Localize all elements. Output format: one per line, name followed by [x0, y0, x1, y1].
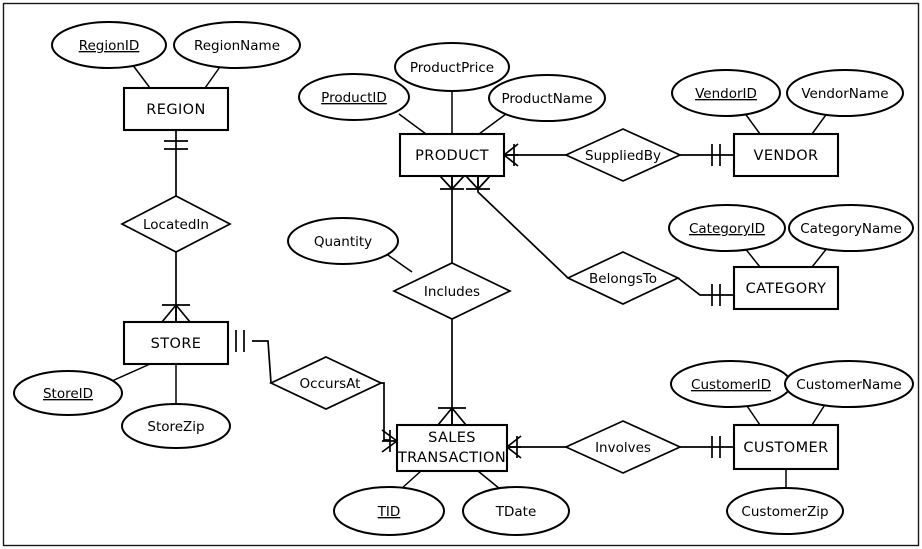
stem-sales-tid	[400, 470, 422, 490]
attribute-categoryname[interactable]: CategoryName	[788, 204, 914, 252]
er-diagram-svg: RegionID RegionName StoreID StoreZip Pro…	[0, 0, 922, 549]
entity-label: CATEGORY	[746, 281, 827, 297]
attribute-label: VendorName	[801, 86, 888, 102]
attribute-regionname[interactable]: RegionName	[173, 21, 301, 69]
cardinality-sales-involves	[506, 435, 522, 459]
relationship-label: Involves	[595, 440, 651, 456]
relationship-label: SuppliedBy	[585, 148, 661, 164]
attribute-customerzip[interactable]: CustomerZip	[726, 487, 844, 535]
attribute-label: StoreID	[43, 386, 93, 402]
entity-label-line1: SALES	[428, 430, 476, 446]
attribute-label: RegionID	[79, 38, 140, 54]
attribute-productname[interactable]: ProductName	[488, 74, 606, 122]
entity-region[interactable]: REGION	[122, 86, 230, 132]
relationship-label: BelongsTo	[589, 271, 657, 287]
stem-store-storeid	[111, 363, 151, 382]
link-belongsto-category	[677, 277, 734, 296]
stem-region-regionid	[131, 63, 151, 89]
relationship-involves[interactable]: Involves	[563, 420, 683, 474]
cardinality-product-suppliedby	[503, 143, 519, 167]
attribute-tdate[interactable]: TDate	[462, 486, 570, 536]
attribute-customerid[interactable]: CustomerID	[670, 360, 792, 408]
cardinality-product-includes	[439, 175, 465, 190]
relationship-occursat[interactable]: OccursAt	[269, 356, 383, 410]
entity-label-line2: TRANSACTION	[397, 450, 506, 466]
attribute-label: ProductID	[321, 90, 387, 106]
attribute-label: RegionName	[194, 38, 280, 54]
attribute-regionid[interactable]: RegionID	[51, 21, 167, 69]
cardinality-store-locatedin	[161, 304, 191, 323]
relationship-label: OccursAt	[300, 376, 361, 392]
entity-sales-transaction[interactable]: SALES TRANSACTION	[395, 423, 509, 473]
cardinality-sales-includes	[437, 407, 467, 426]
cardinality-product-belongsto	[465, 175, 491, 190]
stem-product-productid	[398, 113, 427, 135]
attribute-vendorid[interactable]: VendorID	[671, 69, 781, 117]
entity-customer[interactable]: CUSTOMER	[732, 423, 840, 471]
entity-label: REGION	[146, 102, 205, 118]
relationship-locatedin[interactable]: LocatedIn	[120, 195, 232, 253]
attribute-label: TID	[377, 504, 401, 520]
attribute-label: StoreZip	[147, 419, 204, 435]
attribute-label: ProductName	[501, 91, 592, 107]
attribute-label: CustomerID	[691, 377, 771, 393]
link-occursat-sales	[381, 382, 390, 441]
relationship-label: Includes	[424, 284, 480, 300]
attribute-label: Quantity	[314, 234, 372, 250]
relationship-label: LocatedIn	[143, 217, 209, 233]
entity-vendor[interactable]: VENDOR	[732, 132, 840, 178]
er-diagram-canvas: RegionID RegionName StoreID StoreZip Pro…	[0, 0, 922, 549]
attribute-label: TDate	[495, 504, 537, 520]
attribute-storeid[interactable]: StoreID	[13, 370, 123, 416]
stem-includes-quantity	[384, 252, 413, 273]
attribute-label: VendorID	[695, 86, 757, 102]
attribute-storezip[interactable]: StoreZip	[121, 403, 231, 449]
link-store-occursat	[252, 340, 272, 384]
attribute-tid[interactable]: TID	[333, 486, 445, 536]
entity-category[interactable]: CATEGORY	[732, 265, 840, 311]
attribute-productprice[interactable]: ProductPrice	[394, 42, 510, 92]
relationship-belongsto[interactable]: BelongsTo	[566, 251, 680, 305]
link-product-belongsto	[477, 176, 569, 279]
entity-label: CUSTOMER	[743, 440, 828, 456]
stem-product-productname	[478, 113, 507, 135]
attribute-productid[interactable]: ProductID	[298, 73, 410, 121]
attribute-label: ProductPrice	[410, 60, 494, 76]
attribute-quantity[interactable]: Quantity	[287, 217, 399, 265]
attribute-vendorname[interactable]: VendorName	[786, 69, 904, 117]
entity-label: STORE	[151, 336, 202, 352]
relationship-suppliedby[interactable]: SuppliedBy	[563, 128, 683, 182]
entity-label: VENDOR	[754, 148, 819, 164]
attribute-label: CategoryName	[800, 221, 902, 237]
stem-customer-customername	[811, 402, 827, 426]
attribute-customername[interactable]: CustomerName	[784, 360, 914, 408]
entity-store[interactable]: STORE	[122, 320, 230, 366]
attribute-label: CustomerZip	[741, 504, 828, 520]
attribute-categoryid[interactable]: CategoryID	[668, 204, 786, 252]
cardinality-store-occursat	[235, 330, 245, 352]
entity-product[interactable]: PRODUCT	[398, 132, 506, 178]
attribute-label: CustomerName	[796, 377, 901, 393]
attribute-label: CategoryID	[689, 221, 765, 237]
entity-label: PRODUCT	[415, 148, 489, 164]
stem-sales-tdate	[477, 470, 501, 490]
